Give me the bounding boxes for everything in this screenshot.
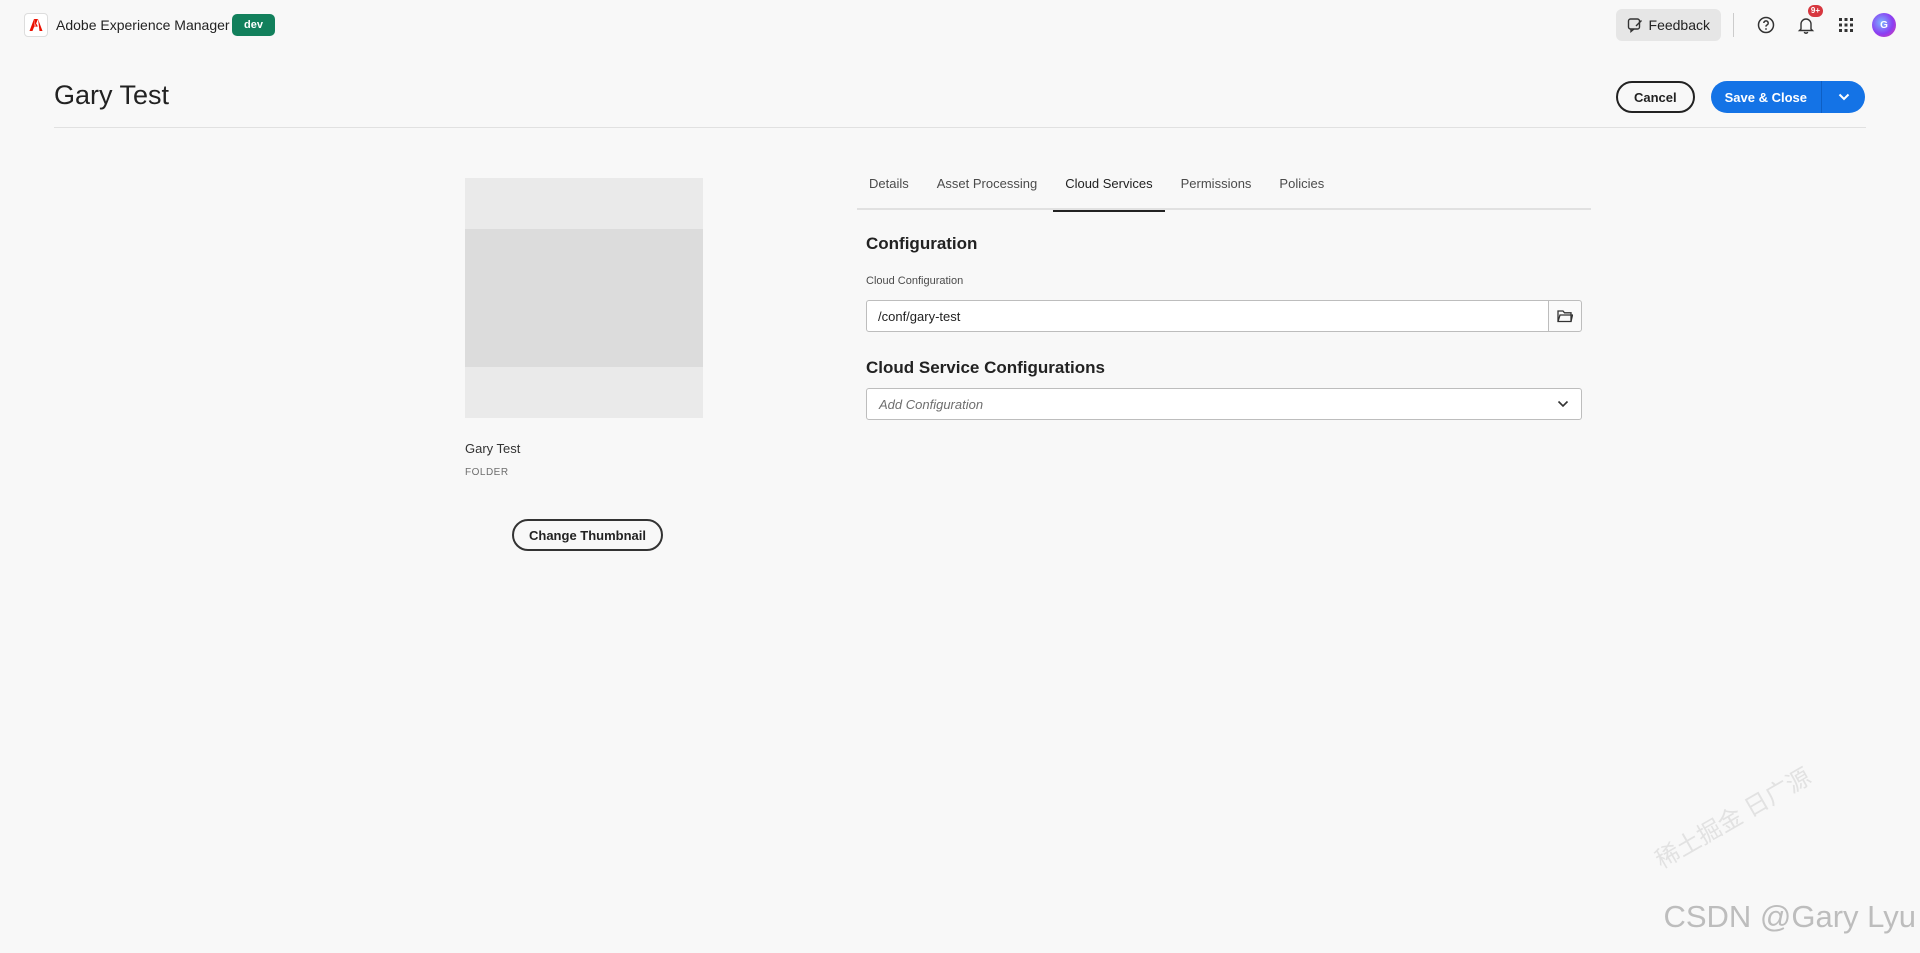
bell-icon: [1797, 18, 1815, 34]
cloud-service-configurations-heading: Cloud Service Configurations: [866, 358, 1105, 377]
thumbnail-placeholder: [465, 229, 703, 367]
cancel-button[interactable]: Cancel: [1615, 81, 1695, 113]
tab-details[interactable]: Details: [857, 170, 921, 210]
tab-cloud-services[interactable]: Cloud Services: [1053, 170, 1166, 212]
toolbar-divider: [1733, 13, 1734, 37]
notification-count-badge: 9+: [1807, 5, 1823, 17]
notifications-button[interactable]: 9+: [1792, 5, 1823, 39]
top-bar-actions: Feedback 9+ G: [1615, 5, 1896, 41]
cloud-configuration-label: Cloud Configuration: [866, 275, 964, 287]
header-actions: Cancel Save & Close: [1615, 81, 1865, 113]
help-icon: [1757, 16, 1775, 34]
folder-type: FOLDER: [465, 467, 509, 478]
feedback-button[interactable]: Feedback: [1615, 9, 1721, 41]
page-title: Gary Test: [54, 80, 170, 110]
properties-tabs: Details Asset Processing Cloud Services Per…: [857, 170, 1591, 212]
add-configuration-placeholder: Add Configuration: [879, 396, 984, 412]
configuration-heading: Configuration: [866, 234, 978, 253]
save-close-button[interactable]: Save & Close: [1710, 81, 1821, 113]
feedback-icon: [1627, 18, 1642, 33]
top-bar: Adobe Experience Manager dev Feedback 9+…: [0, 0, 1920, 50]
watermark-chinese: 稀土掘金 日广源: [1651, 763, 1816, 875]
tab-policies[interactable]: Policies: [1267, 170, 1336, 210]
header-divider: [54, 127, 1866, 128]
change-thumbnail-button[interactable]: Change Thumbnail: [512, 519, 663, 551]
cloud-configuration-input[interactable]: [866, 300, 1549, 332]
adobe-logo-icon: [24, 13, 48, 37]
brand[interactable]: Adobe Experience Manager: [24, 13, 230, 37]
chevron-down-icon: [1557, 400, 1569, 408]
save-split-button: Save & Close: [1710, 81, 1865, 113]
folder-icon: [1557, 310, 1573, 323]
folder-thumbnail: [465, 178, 703, 418]
save-options-button[interactable]: [1821, 81, 1865, 113]
add-configuration-dropdown[interactable]: Add Configuration: [866, 388, 1582, 420]
help-button[interactable]: [1752, 11, 1780, 39]
app-title: Adobe Experience Manager: [56, 17, 230, 33]
folder-name: Gary Test: [465, 441, 521, 456]
chevron-down-icon: [1838, 93, 1849, 101]
tab-permissions[interactable]: Permissions: [1169, 170, 1264, 210]
watermark-csdn: CSDN @Gary Lyu: [1663, 899, 1916, 934]
feedback-label: Feedback: [1648, 17, 1710, 33]
browse-configuration-button[interactable]: [1548, 300, 1582, 332]
user-avatar[interactable]: G: [1872, 13, 1896, 37]
apps-button[interactable]: [1832, 11, 1860, 39]
environment-badge: dev: [232, 14, 275, 36]
tab-asset-processing[interactable]: Asset Processing: [925, 170, 1049, 210]
apps-grid-icon: [1839, 18, 1853, 32]
